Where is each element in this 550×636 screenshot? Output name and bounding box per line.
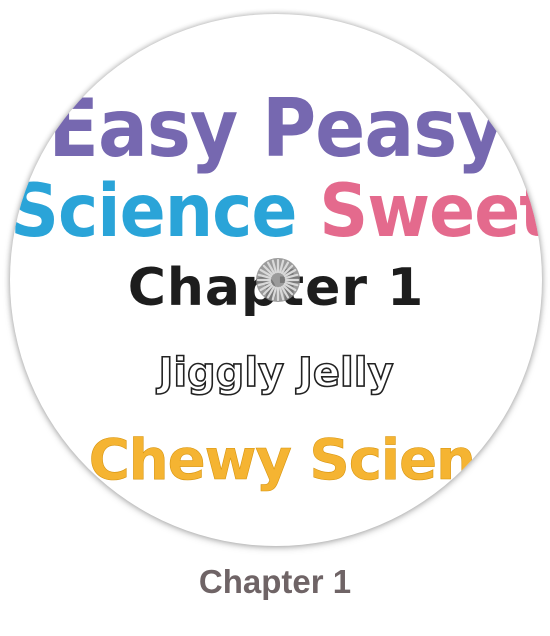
title-line-2: Science Sweety xyxy=(10,169,542,254)
subtitle: Jiggly Jelly xyxy=(158,349,395,397)
title-sweety: Sweety xyxy=(319,168,542,255)
title-science: Science xyxy=(10,168,298,255)
chapter-card[interactable]: Easy Peasy Science Sweety Chapter 1 Jigg… xyxy=(0,0,550,636)
chapter-caption[interactable]: Chapter 1 xyxy=(0,563,550,601)
chapter-thumbnail[interactable]: Easy Peasy Science Sweety Chapter 1 Jigg… xyxy=(10,14,542,546)
loading-spinner-icon xyxy=(256,258,300,302)
tagline: A Chewy Science xyxy=(27,428,542,494)
title-line-1: Easy Peasy xyxy=(48,82,504,176)
